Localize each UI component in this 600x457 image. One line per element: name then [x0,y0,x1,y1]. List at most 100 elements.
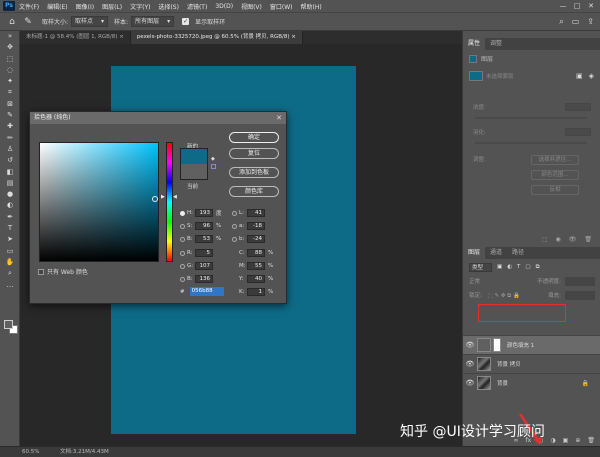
layer-thumbnail[interactable] [477,357,491,371]
tab-properties[interactable]: 属性 [463,38,486,50]
minimize-button[interactable]: — [556,0,570,12]
tab-layers[interactable]: 图层 [463,247,486,259]
feather-input[interactable] [565,128,591,136]
layer-thumbnail[interactable] [477,338,491,352]
search-icon[interactable]: ⌕ [559,17,563,27]
zoom-tool-icon[interactable]: ⌕ [0,268,20,279]
tab-paths[interactable]: 路径 [507,247,529,259]
layer-row[interactable]: 👁 颜色填充 1 [463,335,600,354]
new-group-icon[interactable]: ▣ [563,437,569,446]
menu-3d[interactable]: 3D(D) [215,3,233,10]
color-cursor[interactable] [152,196,158,202]
layer-thumbnail[interactable] [477,376,491,390]
menu-layer[interactable]: 图层(L) [102,2,122,11]
blue-input[interactable]: 136 [195,275,213,283]
gamut-warning-icon[interactable]: ◆ [211,156,215,162]
blend-mode-select[interactable]: 正常 [469,279,480,285]
dodge-tool-icon[interactable]: ◐ [0,200,20,211]
yellow-input[interactable]: 40 [247,275,265,283]
hue-input[interactable]: 193 [195,209,213,217]
history-brush-tool-icon[interactable]: ↺ [0,155,20,166]
red-radio[interactable] [180,250,185,256]
color-libraries-button[interactable]: 颜色库 [229,186,279,197]
sample-select[interactable]: 所有图层 [131,16,175,27]
filter-adjust-icon[interactable]: ◐ [507,264,512,270]
visibility-eye-icon[interactable]: 👁 [463,341,477,349]
vector-mask-icon[interactable]: ◈ [589,72,594,80]
brightness-radio[interactable] [180,236,185,242]
path-select-tool-icon[interactable]: ➤ [0,234,20,245]
menu-image[interactable]: 图像(I) [76,2,94,11]
foreground-color-swatch[interactable] [4,320,13,329]
magenta-input[interactable]: 55 [247,262,265,270]
menu-type[interactable]: 文字(Y) [130,2,150,11]
saturation-brightness-field[interactable] [39,142,159,262]
shape-tool-icon[interactable]: ▭ [0,246,20,257]
eyedropper-tool-icon[interactable]: ✎ [0,110,20,121]
cyan-input[interactable]: 88 [247,249,265,257]
hue-slider-arrow-right-icon[interactable]: ◀ [173,194,177,200]
density-input[interactable] [565,103,591,111]
current-color-swatch[interactable] [180,164,208,180]
clone-stamp-tool-icon[interactable]: ♙ [0,144,20,155]
filter-pixel-icon[interactable]: ▣ [497,264,502,270]
layer-mask-thumbnail[interactable] [493,338,501,352]
web-safe-icon[interactable] [211,164,216,169]
adjustment-layer-icon[interactable]: ◑ [550,437,555,446]
reset-button[interactable]: 复位 [229,148,279,159]
red-input[interactable]: 5 [195,249,213,257]
black-input[interactable]: 1 [247,288,265,296]
lab-a-radio[interactable] [232,223,237,229]
workspace-icon[interactable]: ▭ [572,17,580,27]
menu-filter[interactable]: 滤镜(T) [187,2,207,11]
brush-tool-icon[interactable]: ✏ [0,133,20,144]
filter-shape-icon[interactable]: ▢ [525,264,530,270]
hue-radio[interactable] [180,210,185,216]
apply-mask-icon[interactable]: ◉ [556,236,561,243]
green-input[interactable]: 107 [195,262,213,270]
close-button[interactable]: ✕ [584,0,598,12]
lab-l-radio[interactable] [232,210,237,216]
home-icon[interactable]: ⌂ [4,15,20,29]
density-slider[interactable] [475,117,587,119]
hue-slider-arrow-left-icon[interactable]: ▶ [161,194,165,200]
marquee-tool-icon[interactable]: ⬚ [0,54,20,65]
toggle-mask-icon[interactable]: 👁 [569,236,577,243]
hand-tool-icon[interactable]: ✋ [0,257,20,268]
tab-adjustments[interactable]: 调整 [485,38,507,50]
layer-row[interactable]: 👁 背景 🔒 [463,373,600,392]
green-radio[interactable] [180,263,185,269]
tab-channels[interactable]: 通道 [485,247,507,259]
share-icon[interactable]: ⇪ [587,17,594,27]
menu-help[interactable]: 帮助(H) [301,2,322,11]
healing-brush-tool-icon[interactable]: ✚ [0,121,20,132]
show-ring-checkbox[interactable]: ✓ [182,18,190,25]
layer-row[interactable]: 👁 背景 拷贝 [463,354,600,373]
pen-tool-icon[interactable]: ✒ [0,212,20,223]
brightness-input[interactable]: 53 [195,235,213,243]
lab-l-input[interactable]: 41 [247,209,265,217]
menu-window[interactable]: 窗口(W) [270,2,293,11]
saturation-input[interactable]: 96 [195,222,213,230]
more-tools-icon[interactable]: … [0,280,20,291]
lab-b-radio[interactable] [232,236,237,242]
type-tool-icon[interactable]: T [0,223,20,234]
sample-size-select[interactable]: 取样点 [71,16,109,27]
eraser-tool-icon[interactable]: ◧ [0,167,20,178]
lock-icons[interactable]: ⬚ ✎ ✥ ⧉ 🔒 [488,293,520,299]
menu-view[interactable]: 视图(V) [241,2,262,11]
menu-edit[interactable]: 编辑(E) [47,2,67,11]
web-only-checkbox[interactable] [38,268,44,275]
ok-button[interactable]: 确定 [229,132,279,143]
hex-input[interactable]: 056b88 [189,287,224,296]
delete-layer-icon[interactable]: 🗑 [587,437,595,446]
crop-tool-icon[interactable]: ⌗ [0,87,20,98]
maximize-button[interactable]: □ [570,0,584,12]
visibility-eye-icon[interactable]: 👁 [463,360,477,368]
blur-tool-icon[interactable]: ● [0,189,20,200]
pixel-mask-icon[interactable]: ▣ [576,72,583,80]
move-tool-icon[interactable]: ✥ [0,42,20,53]
select-and-mask-button[interactable]: 选择并遮住... [531,155,579,165]
color-range-button[interactable]: 颜色范围... [531,170,579,180]
hue-slider[interactable] [166,142,173,262]
